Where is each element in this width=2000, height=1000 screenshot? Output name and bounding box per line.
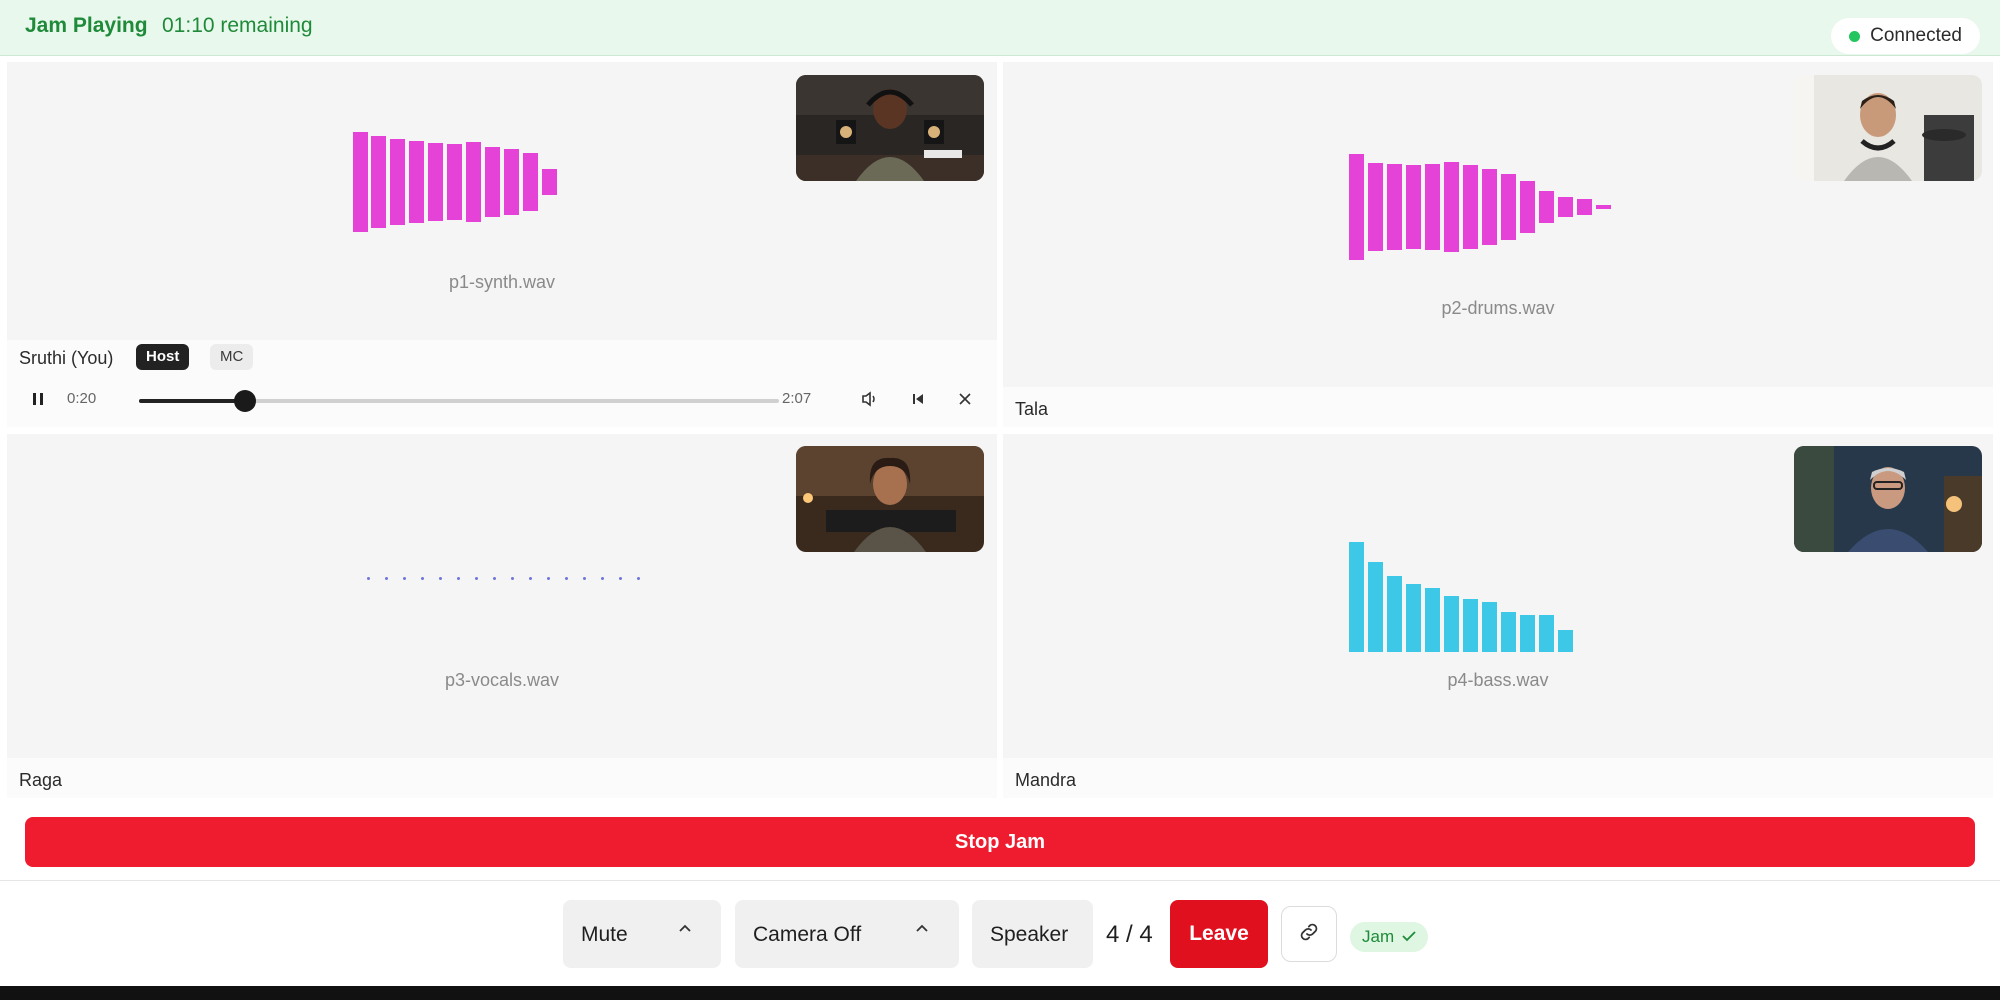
chevron-up-icon[interactable] [915, 920, 929, 941]
camera-label: Camera Off [753, 923, 862, 946]
participant-tile-sruthi: p1-synth.wav Sruthi (You) Host MC 0:20 2… [7, 62, 997, 427]
check-icon [1402, 927, 1416, 947]
copy-link-button[interactable] [1281, 906, 1337, 962]
volume-icon[interactable] [859, 388, 881, 410]
host-badge: Host [136, 344, 190, 370]
tile-footer [1003, 387, 1993, 427]
video-thumbnail-sruthi [796, 75, 984, 181]
connection-label: Connected [1870, 25, 1962, 46]
divider [0, 880, 2000, 881]
jam-label: Jam [1362, 927, 1395, 946]
mute-label: Mute [581, 923, 628, 946]
jam-status-badge: Jam [1350, 922, 1429, 952]
participant-tile-tala: p2-drums.wav Tala [1003, 62, 1993, 427]
video-thumbnail-mandra [1794, 446, 1982, 552]
participant-name: Sruthi (You) [19, 348, 114, 368]
tile-footer [7, 758, 997, 798]
waveform-p4 [1349, 542, 1573, 652]
tile-footer [1003, 758, 1993, 798]
waveform-p3 [367, 577, 647, 581]
current-time: 0:20 [67, 390, 97, 407]
pause-icon[interactable] [27, 388, 49, 410]
duration: 2:07 [782, 390, 812, 407]
window-edge [0, 986, 2000, 1000]
mute-button[interactable]: Mute [563, 900, 721, 968]
close-icon[interactable] [954, 388, 976, 410]
participant-name: Tala [1015, 399, 1049, 419]
stop-jam-button[interactable]: Stop Jam [25, 817, 1975, 867]
skip-back-icon[interactable] [907, 388, 929, 410]
file-name: p4-bass.wav [1447, 670, 1549, 690]
waveform-p2 [1349, 152, 1619, 262]
leave-button[interactable]: Leave [1170, 900, 1268, 968]
chevron-up-icon[interactable] [678, 920, 692, 941]
camera-button[interactable]: Camera Off [735, 900, 959, 968]
link-icon [1297, 920, 1321, 949]
status-bar: Jam Playing 01:10 remaining Connected [0, 0, 2000, 56]
participant-tile-raga: p3-vocals.wav Raga [7, 434, 997, 798]
file-name: p1-synth.wav [448, 272, 556, 292]
file-name: p2-drums.wav [1441, 298, 1555, 318]
time-remaining: 01:10 remaining [162, 14, 313, 37]
connection-dot-icon [1849, 30, 1861, 42]
participant-count: 4 / 4 [1106, 921, 1153, 948]
seek-progress [139, 399, 245, 403]
seek-slider[interactable] [139, 390, 779, 412]
audio-player: 0:20 2:07 [7, 382, 997, 422]
video-thumbnail-tala [1794, 75, 1982, 181]
participant-name: Mandra [1015, 770, 1077, 790]
mc-badge: MC [210, 344, 254, 370]
waveform-p1 [353, 129, 573, 239]
seek-handle[interactable] [234, 390, 256, 412]
connection-badge: Connected [1831, 18, 1980, 54]
jam-state: Jam Playing [25, 14, 148, 37]
participant-tile-mandra: p4-bass.wav Mandra [1003, 434, 1993, 798]
speaker-label: Speaker [990, 923, 1069, 946]
speaker-button[interactable]: Speaker [972, 900, 1093, 968]
participant-name: Raga [19, 770, 63, 790]
file-name: p3-vocals.wav [444, 670, 560, 690]
video-thumbnail-raga [796, 446, 984, 552]
